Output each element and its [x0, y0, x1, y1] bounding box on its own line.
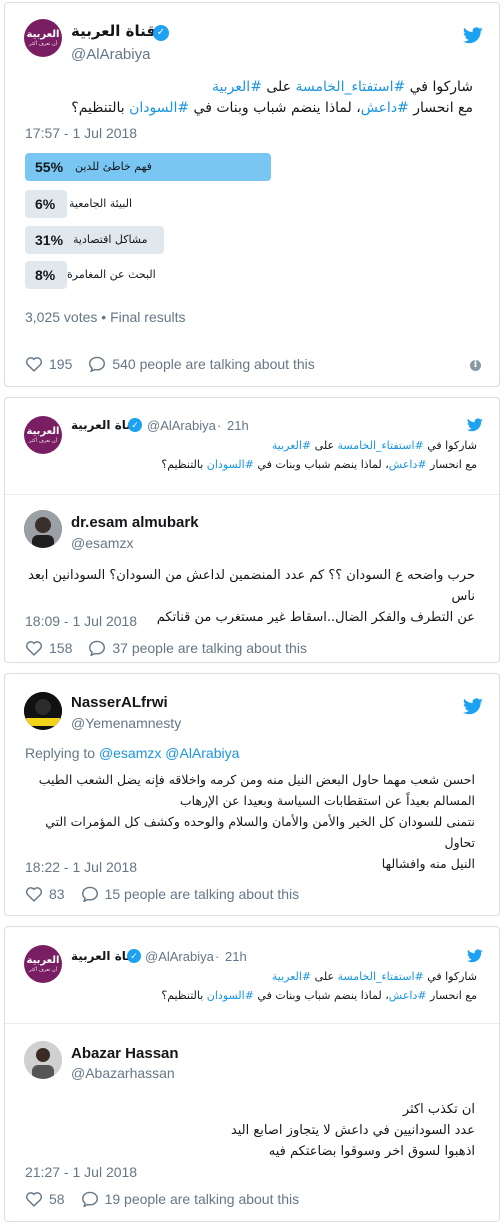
quoted-time[interactable]: 21h [227, 418, 249, 433]
tweet-actions: 58 19 people are talking about this [25, 1191, 299, 1207]
quoted-author-handle[interactable]: @AlArabiya [145, 949, 214, 964]
poll-option-label: البيئة الجامعية [69, 197, 133, 210]
hashtag-link[interactable]: #العربية [272, 970, 311, 983]
poll-percent: 8% [35, 267, 56, 283]
quoted-time[interactable]: 21h [225, 949, 247, 964]
twitter-bird-icon[interactable] [467, 949, 483, 963]
reply-bubble-icon[interactable] [88, 640, 106, 656]
author-handle[interactable]: @Yemenamnesty [71, 715, 181, 731]
divider [5, 494, 499, 495]
hashtag-link[interactable]: #داعش [389, 458, 427, 471]
quoted-tweet-text: شاركوا في #استفتاء_الخامسة على #العربية … [161, 439, 477, 471]
like-count[interactable]: 58 [49, 1191, 65, 1207]
author-name[interactable]: قناة العربية [71, 22, 156, 40]
talking-about-link[interactable]: 15 people are talking about this [105, 886, 300, 902]
hashtag-link[interactable]: #السودان [207, 989, 254, 1002]
like-count[interactable]: 83 [49, 886, 65, 902]
tweet-timestamp[interactable]: 21:27 - 1 Jul 2018 [25, 1164, 137, 1180]
tweet-card-poll: العربية أن تعرف أكثر قناة العربية ✓ @AlA… [4, 2, 500, 387]
hashtag-link[interactable]: #استفتاء_الخامسة [338, 439, 424, 452]
replying-to: Replying to @esamzx @AlArabiya [25, 745, 240, 761]
twitter-bird-icon[interactable] [463, 27, 483, 44]
hashtag-link[interactable]: #داعش [361, 100, 409, 116]
author-name[interactable]: dr.esam almubark [71, 514, 199, 531]
poll-option-label: البحث عن المغامرة [67, 268, 156, 281]
heart-icon[interactable] [25, 640, 43, 656]
replying-to-link[interactable]: @esamzx @AlArabiya [99, 745, 239, 761]
tweet-card-reply: العربية أن تعرف أكثر قناة العربية ✓ @AlA… [4, 926, 500, 1222]
author-name[interactable]: NasserALfrwi [71, 694, 168, 711]
quoted-dot: · [215, 949, 220, 964]
hashtag-link[interactable]: #استفتاء_الخامسة [296, 79, 406, 95]
like-count[interactable]: 195 [49, 356, 72, 372]
verified-badge-icon: ✓ [127, 949, 141, 963]
avatar[interactable] [24, 1041, 62, 1079]
tweet-text-line2: مع انحسار #داعش، لماذا ينضم شباب وبنات ف… [71, 100, 473, 116]
reply-bubble-icon[interactable] [81, 886, 99, 902]
quoted-tweet-text: شاركوا في #استفتاء_الخامسة على #العربية … [161, 970, 477, 1002]
author-name[interactable]: Abazar Hassan [71, 1045, 179, 1062]
poll-summary: 3,025 votes • Final results [25, 309, 186, 325]
poll-percent: 55% [35, 159, 64, 175]
tweet-card-reply: NasserALfrwi @Yemenamnesty Replying to @… [4, 673, 500, 916]
tweet-timestamp[interactable]: 18:09 - 1 Jul 2018 [25, 613, 137, 629]
twitter-bird-icon[interactable] [463, 698, 483, 715]
avatar-logo-text: العربية [26, 425, 60, 437]
tweet-text: شاركوا في #استفتاء_الخامسة على #العربية … [23, 77, 473, 119]
talking-about-link[interactable]: 19 people are talking about this [105, 1191, 300, 1207]
quoted-dot: · [217, 418, 222, 433]
avatar-logo-text: العربية [26, 28, 60, 40]
tweet-text: ان تكذب اكثر عدد السودانيين في داعش لا ي… [230, 1102, 475, 1159]
avatar-logo-text: العربية [26, 954, 60, 966]
reply-bubble-icon[interactable] [81, 1191, 99, 1207]
hashtag-link[interactable]: #السودان [207, 458, 254, 471]
avatar[interactable] [24, 510, 62, 548]
avatar[interactable] [24, 692, 62, 730]
reply-bubble-icon[interactable] [88, 356, 106, 372]
hashtag-link[interactable]: #السودان [129, 100, 189, 116]
heart-icon[interactable] [25, 356, 43, 372]
hashtag-link[interactable]: #داعش [389, 989, 427, 1002]
tweet-actions: 195 540 people are talking about this [25, 356, 315, 372]
avatar[interactable]: العربية أن تعرف أكثر [24, 19, 62, 57]
verified-badge-icon: ✓ [128, 418, 142, 432]
tweet-timestamp[interactable]: 18:22 - 1 Jul 2018 [25, 859, 137, 875]
heart-icon[interactable] [25, 886, 43, 902]
avatar-logo-subtext: أن تعرف أكثر [28, 40, 58, 47]
twitter-bird-icon[interactable] [467, 418, 483, 432]
hashtag-link[interactable]: #استفتاء_الخامسة [338, 970, 424, 983]
talking-about-link[interactable]: 37 people are talking about this [112, 640, 307, 656]
tweet-timestamp[interactable]: 17:57 - 1 Jul 2018 [25, 125, 137, 141]
tweet-text-line1: شاركوا في #استفتاء_الخامسة على #العربية [211, 79, 473, 95]
heart-icon[interactable] [25, 1191, 43, 1207]
like-count[interactable]: 158 [49, 640, 72, 656]
poll-option-label: فهم خاطئ للدين [75, 160, 152, 173]
verified-badge-icon: ✓ [153, 25, 169, 41]
tweet-card-reply: العربية أن تعرف أكثر قناة العربية ✓ @AlA… [4, 397, 500, 663]
divider [5, 1023, 499, 1024]
poll-option-label: مشاكل اقتصادية [73, 233, 148, 246]
talking-about-link[interactable]: 540 people are talking about this [112, 356, 314, 372]
quoted-author-handle[interactable]: @AlArabiya [147, 418, 216, 433]
info-icon[interactable]: i [470, 360, 481, 371]
hashtag-link[interactable]: #العربية [212, 79, 262, 95]
author-handle[interactable]: @esamzx [71, 535, 133, 551]
hashtag-link[interactable]: #العربية [272, 439, 311, 452]
poll-percent: 31% [35, 232, 64, 248]
tweet-actions: 158 37 people are talking about this [25, 640, 307, 656]
poll-percent: 6% [35, 196, 56, 212]
tweet-actions: 83 15 people are talking about this [25, 886, 299, 902]
author-handle[interactable]: @Abazarhassan [71, 1065, 175, 1081]
author-handle[interactable]: @AlArabiya [71, 46, 150, 63]
